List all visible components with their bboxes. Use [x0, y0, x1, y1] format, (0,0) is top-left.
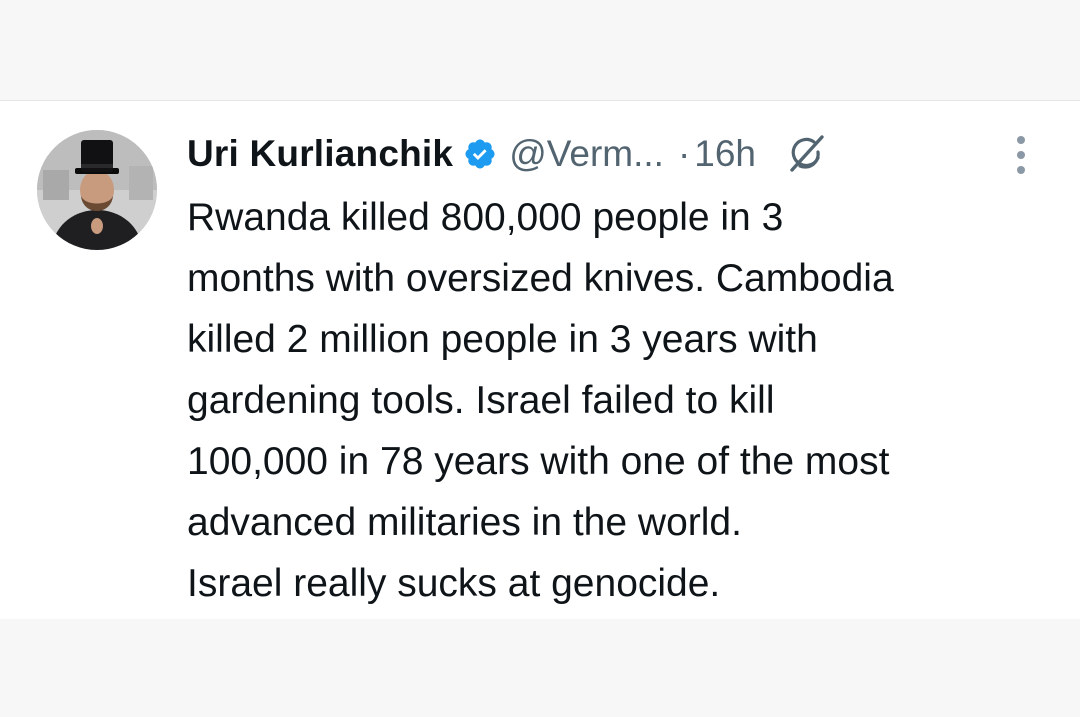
avatar[interactable]: [37, 130, 157, 250]
more-vertical-icon[interactable]: [1011, 134, 1031, 178]
top-margin: [0, 0, 1080, 101]
screenshot-frame: Uri Kurlianchik @Verm... · 16h Rwanda ki…: [0, 0, 1080, 717]
avatar-photo: [37, 130, 157, 250]
tweet-header: Uri Kurlianchik @Verm... · 16h: [187, 127, 1047, 181]
bottom-margin: [0, 619, 1080, 717]
tweet-timestamp[interactable]: 16h: [694, 133, 756, 175]
grok-icon[interactable]: [784, 132, 828, 176]
verified-badge-icon: [463, 137, 497, 171]
author-name[interactable]: Uri Kurlianchik: [187, 133, 453, 175]
tweet-card[interactable]: Uri Kurlianchik @Verm... · 16h Rwanda ki…: [0, 101, 1080, 619]
tweet-text: Rwanda killed 800,000 people in 3 months…: [187, 196, 894, 605]
author-handle[interactable]: @Verm...: [509, 133, 664, 175]
header-separator: ·: [677, 133, 691, 174]
